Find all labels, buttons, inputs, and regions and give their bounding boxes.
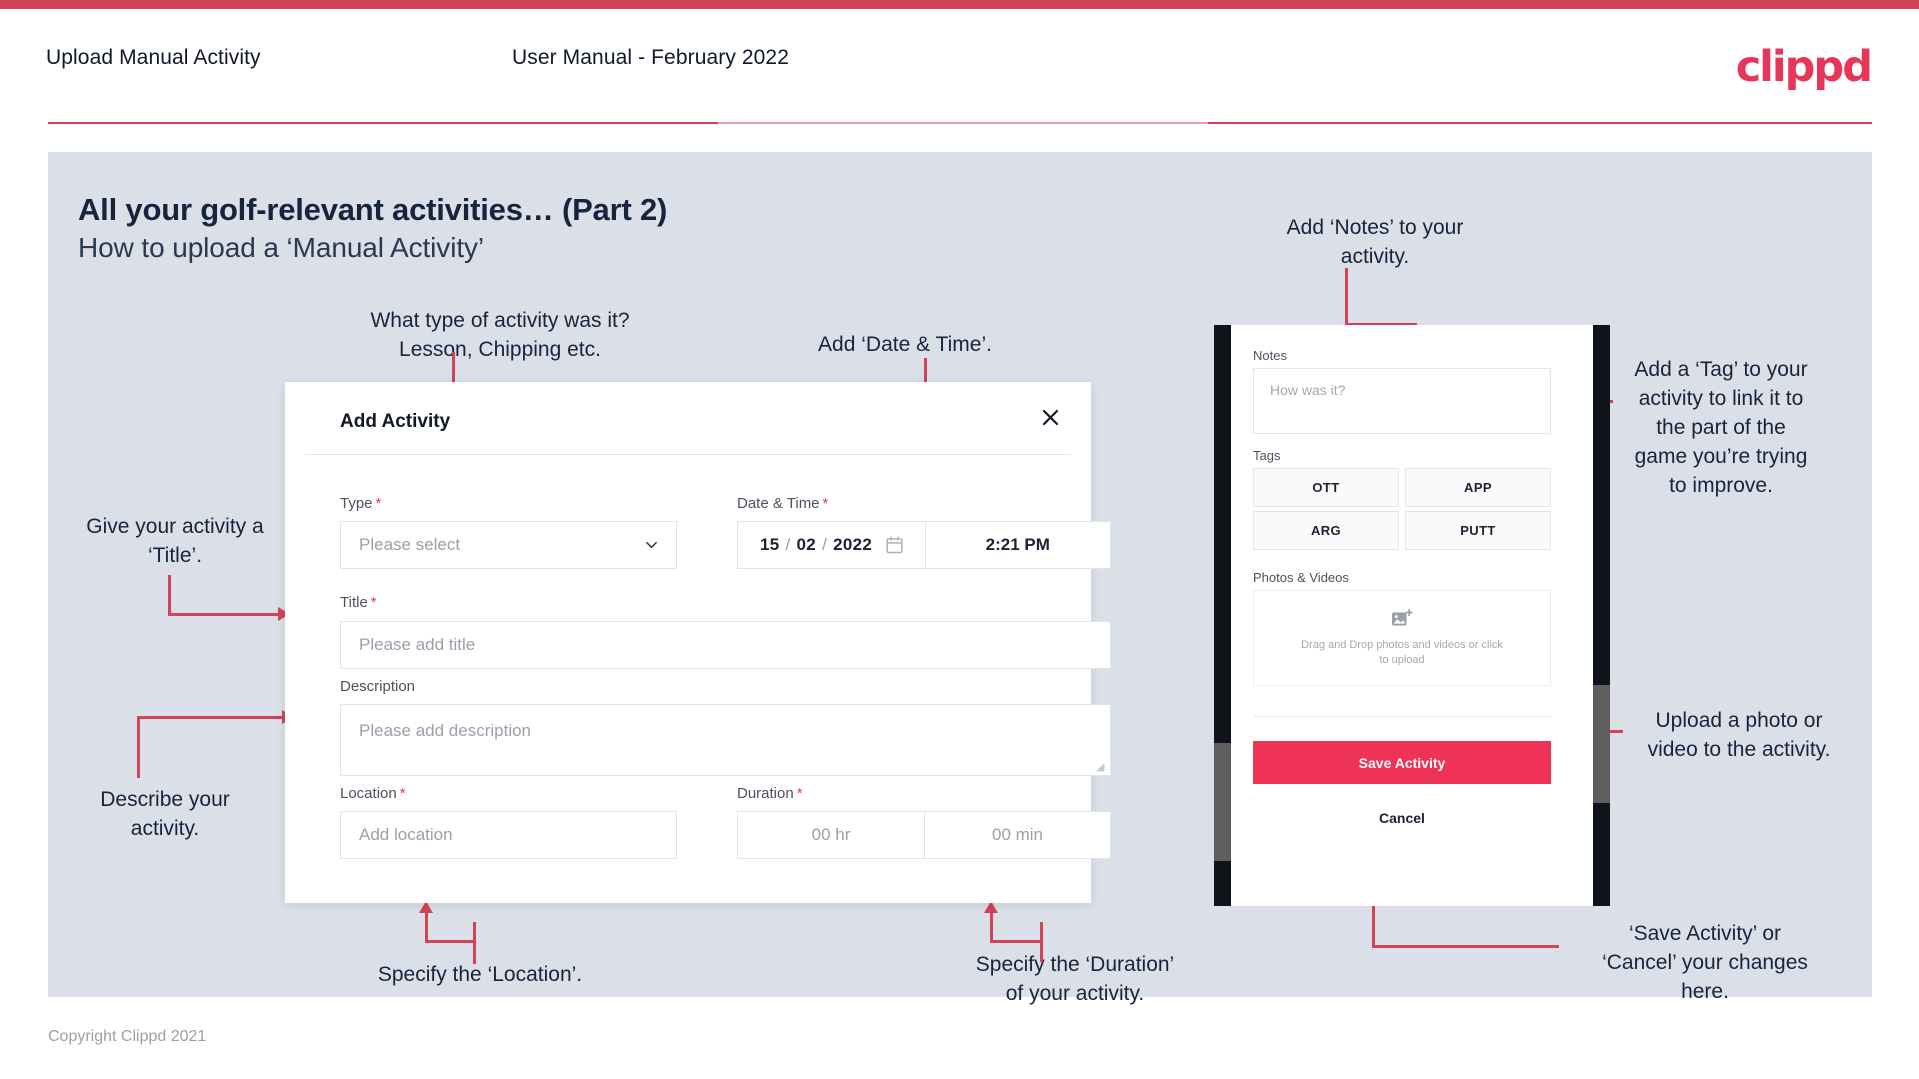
phone-divider [1253,716,1551,717]
time-input[interactable]: 2:21 PM [924,522,1110,568]
tag-app[interactable]: APP [1405,468,1551,507]
slide-subtitle: How to upload a ‘Manual Activity’ [78,232,485,263]
datetime-field[interactable]: 15 / 02 / 2022 2:21 PM [737,521,1111,569]
annotation-datetime: Add ‘Date & Time’. [818,333,992,356]
tag-ott[interactable]: OTT [1253,468,1399,507]
connector-loc-h [425,940,475,943]
date-sep-1: / [785,535,791,554]
title-input[interactable]: Please add title [340,621,1111,669]
page-subtitle: User Manual - February 2022 [512,46,789,69]
type-label-text: Type [340,495,373,512]
connector-title-v [168,575,171,616]
photos-label: Photos & Videos [1253,570,1349,585]
phone-screen: Notes How was it? Tags OTT APP ARG PUTT … [1231,325,1593,906]
page-title: Upload Manual Activity [46,46,261,69]
slide-page: Upload Manual Activity User Manual - Feb… [0,0,1919,1079]
top-accent-bar [0,0,1919,9]
connector-dur-v2 [990,912,993,942]
annotation-notes: Add ‘Notes’ to your activity. [1286,216,1464,268]
type-required: * [375,495,382,512]
description-label: Description [340,678,416,695]
duration-required: * [796,785,803,802]
phone-button-right [1593,685,1610,803]
description-textarea[interactable]: Please add description ◢ [340,704,1111,776]
connector-save-h [1372,945,1559,948]
save-activity-button[interactable]: Save Activity [1253,741,1551,784]
date-input[interactable]: 15 / 02 / 2022 [738,522,925,568]
add-image-icon [1392,608,1413,625]
type-placeholder: Please select [359,535,461,554]
notes-label: Notes [1253,348,1287,363]
datetime-label: Date & Time * [737,495,828,512]
duration-label: Duration * [737,785,803,802]
duration-field: 00 hr 00 min [737,811,1111,859]
dialog-title: Add Activity [340,411,451,432]
annotation-save-cancel: ‘Save Activity’ or ‘Cancel’ your changes… [1602,922,1808,1003]
duration-label-text: Duration [737,785,794,802]
connector-notes-v1 [1345,268,1348,326]
annotation-duration: Specify the ‘Duration’ of your activity. [975,953,1175,1005]
close-icon[interactable] [1033,400,1067,434]
title-label-text: Title [340,594,368,611]
notes-placeholder: How was it? [1270,382,1346,398]
notes-textarea[interactable]: How was it? [1253,368,1551,434]
date-month: 02 [796,535,817,554]
connector-title-h [168,613,281,616]
connector-desc-h [137,716,285,719]
annotation-location: Specify the ‘Location’. [377,963,583,986]
annotation-title: Give your activity a ‘Title’. [86,515,264,567]
duration-minutes-input[interactable]: 00 min [924,812,1110,858]
header-divider-left [48,122,718,124]
copyright-text: Copyright Clippd 2021 [48,1028,207,1045]
description-placeholder: Please add description [359,721,532,740]
phone-button-left [1214,743,1231,861]
location-label-text: Location [340,785,397,802]
date-sep-2: / [822,535,828,554]
calendar-icon[interactable] [886,536,903,554]
connector-dur-h [990,940,1042,943]
dropzone-text: Drag and Drop photos and videos or click… [1301,638,1503,666]
datetime-label-text: Date & Time [737,495,820,512]
dialog-divider [305,454,1071,455]
location-input[interactable]: Add location [340,811,677,859]
type-select[interactable]: Please select [340,521,677,569]
duration-hours-input[interactable]: 00 hr [738,812,924,858]
date-day: 15 [760,535,780,554]
datetime-required: * [822,495,829,512]
location-required: * [399,785,406,802]
annotation-tag: Add a ‘Tag’ to your activity to link it … [1634,358,1808,497]
location-placeholder: Add location [359,825,453,844]
close-x-glyph [1042,409,1058,425]
header-divider-mid [718,122,1208,124]
phone-bezel-right [1593,325,1610,906]
chevron-down-icon [646,541,657,549]
annotation-upload: Upload a photo or video to the activity. [1647,709,1831,761]
tag-putt[interactable]: PUTT [1405,511,1551,550]
connector-loc-v1 [473,922,476,964]
add-activity-dialog: Add Activity Type * Please select Date & … [285,382,1111,903]
date-year: 2022 [833,535,873,554]
annotation-type: What type of activity was it? Lesson, Ch… [370,309,630,361]
clippd-logo: clippd [1735,42,1873,92]
type-label: Type * [340,495,381,512]
title-required: * [370,594,377,611]
connector-loc-v2 [425,912,428,942]
tags-label: Tags [1253,448,1281,463]
photo-dropzone[interactable]: Drag and Drop photos and videos or click… [1253,590,1551,686]
phone-mockup: Notes How was it? Tags OTT APP ARG PUTT … [1214,325,1610,906]
location-label: Location * [340,785,406,802]
tag-arg[interactable]: ARG [1253,511,1399,550]
resize-grip-icon[interactable]: ◢ [1096,762,1106,773]
slide-title: All your golf-relevant activities… (Part… [78,192,668,227]
title-placeholder: Please add title [359,635,476,654]
header-divider-right [1208,122,1872,124]
annotation-description: Describe your activity. [100,788,230,840]
connector-desc-v [137,716,140,778]
title-label: Title * [340,594,377,611]
cancel-button[interactable]: Cancel [1253,803,1551,833]
